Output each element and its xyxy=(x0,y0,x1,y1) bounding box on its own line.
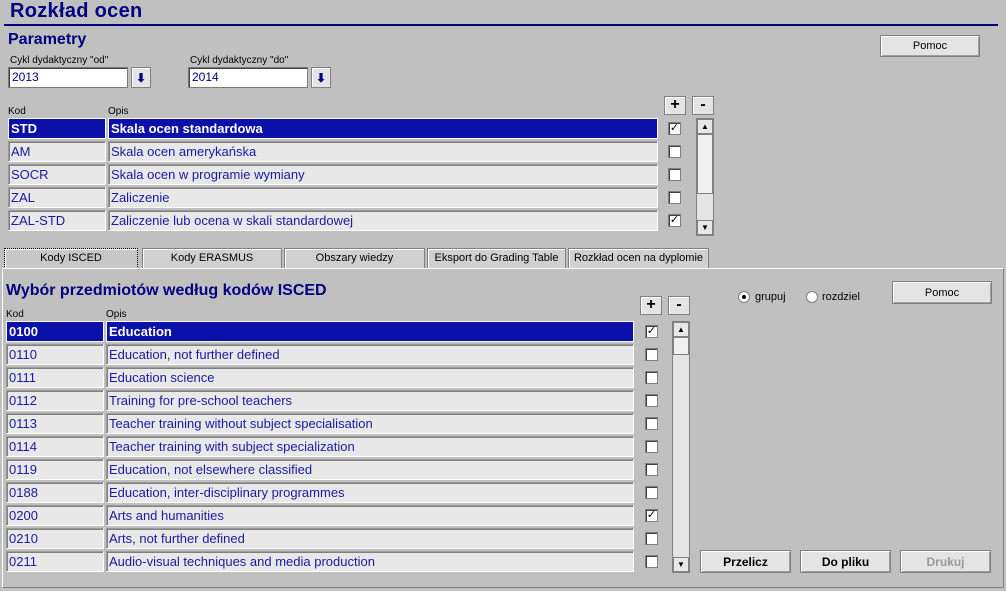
tab-erasmus[interactable]: Kody ERASMUS xyxy=(142,248,282,269)
isced-row-code[interactable]: 0119 xyxy=(6,459,104,480)
params-row-desc[interactable]: Skala ocen standardowa xyxy=(108,118,658,139)
group-radio-label: grupuj xyxy=(755,291,786,303)
recalculate-button[interactable]: Przelicz xyxy=(700,550,791,573)
params-col-code: Kod xyxy=(8,106,26,117)
params-row-checkbox[interactable]: ✓ xyxy=(668,214,681,227)
isced-row-desc[interactable]: Arts, not further defined xyxy=(106,528,634,549)
isced-row-desc[interactable]: Audio-visual techniques and media produc… xyxy=(106,551,634,572)
scroll-up-icon[interactable]: ▲ xyxy=(673,322,689,337)
isced-row-desc[interactable]: Education science xyxy=(106,367,634,388)
isced-row-code[interactable]: 0188 xyxy=(6,482,104,503)
from-cycle-input[interactable]: 2013 xyxy=(8,67,128,88)
params-scrollbar[interactable]: ▲ ▼ xyxy=(696,118,714,236)
isced-select-all-button[interactable]: + xyxy=(640,296,662,315)
isced-row-code[interactable]: 0200 xyxy=(6,505,104,526)
params-col-desc: Opis xyxy=(108,106,129,117)
isced-row-checkbox[interactable] xyxy=(645,486,658,499)
isced-row-code[interactable]: 0111 xyxy=(6,367,104,388)
params-section-title: Parametry xyxy=(8,31,87,48)
to-cycle-lookup-button[interactable]: ⬇ xyxy=(311,67,331,88)
isced-section-title: Wybór przedmiotów według kodów ISCED xyxy=(6,282,327,299)
isced-row-desc[interactable]: Education, inter-disciplinary programmes xyxy=(106,482,634,503)
isced-row-checkbox[interactable]: ✓ xyxy=(645,509,658,522)
params-row-desc[interactable]: Skala ocen w programie wymiany xyxy=(108,164,658,185)
tab-knowledge-areas[interactable]: Obszary wiedzy xyxy=(284,248,425,269)
window-title: Rozkład ocen xyxy=(10,0,143,22)
isced-row-checkbox[interactable] xyxy=(645,348,658,361)
from-cycle-label: Cykl dydaktyczny "od" xyxy=(10,55,109,66)
isced-col-code: Kod xyxy=(6,309,24,320)
split-radio-label: rozdziel xyxy=(822,291,860,303)
to-cycle-input[interactable]: 2014 xyxy=(188,67,308,88)
download-arrow-icon: ⬇ xyxy=(135,70,147,85)
isced-row-desc[interactable]: Teacher training with subject specializa… xyxy=(106,436,634,457)
isced-row-checkbox[interactable] xyxy=(645,417,658,430)
params-row-desc[interactable]: Zaliczenie lub ocena w skali standardowe… xyxy=(108,210,658,231)
isced-row-code[interactable]: 0100 xyxy=(6,321,104,342)
to-cycle-label: Cykl dydaktyczny "do" xyxy=(190,55,289,66)
isced-row-checkbox[interactable] xyxy=(645,371,658,384)
params-row-code[interactable]: AM xyxy=(8,141,106,162)
isced-row-code[interactable]: 0110 xyxy=(6,344,104,365)
group-radio[interactable] xyxy=(738,291,750,303)
isced-row-code[interactable]: 0113 xyxy=(6,413,104,434)
download-arrow-icon: ⬇ xyxy=(315,70,327,85)
params-row-code[interactable]: ZAL-STD xyxy=(8,210,106,231)
params-help-button[interactable]: Pomoc xyxy=(880,35,980,57)
scroll-down-icon[interactable]: ▼ xyxy=(673,557,689,572)
isced-row-code[interactable]: 0112 xyxy=(6,390,104,411)
params-select-all-button[interactable]: + xyxy=(664,96,686,115)
print-button[interactable]: Drukuj xyxy=(900,550,991,573)
params-row-checkbox[interactable] xyxy=(668,191,681,204)
isced-row-checkbox[interactable] xyxy=(645,555,658,568)
scroll-down-icon[interactable]: ▼ xyxy=(697,220,713,235)
title-divider xyxy=(4,24,998,26)
isced-row-checkbox[interactable] xyxy=(645,440,658,453)
isced-row-desc[interactable]: Education, not elsewhere classified xyxy=(106,459,634,480)
isced-col-desc: Opis xyxy=(106,309,127,320)
params-row-code[interactable]: ZAL xyxy=(8,187,106,208)
tab-isced[interactable]: Kody ISCED xyxy=(4,248,138,269)
params-row-desc[interactable]: Skala ocen amerykańska xyxy=(108,141,658,162)
isced-row-desc[interactable]: Education xyxy=(106,321,634,342)
isced-row-desc[interactable]: Teacher training without subject special… xyxy=(106,413,634,434)
isced-deselect-all-button[interactable]: - xyxy=(668,296,690,315)
tab-grading-table-export[interactable]: Eksport do Grading Table xyxy=(427,248,566,269)
isced-row-desc[interactable]: Training for pre-school teachers xyxy=(106,390,634,411)
isced-row-checkbox[interactable]: ✓ xyxy=(645,325,658,338)
params-row-checkbox[interactable] xyxy=(668,145,681,158)
isced-scroll-thumb[interactable] xyxy=(673,337,689,355)
params-deselect-all-button[interactable]: - xyxy=(692,96,714,115)
params-scroll-thumb[interactable] xyxy=(697,134,713,194)
tab-diploma-grades[interactable]: Rozkład ocen na dyplomie xyxy=(568,248,709,269)
isced-row-code[interactable]: 0211 xyxy=(6,551,104,572)
params-row-checkbox[interactable] xyxy=(668,168,681,181)
params-row-desc[interactable]: Zaliczenie xyxy=(108,187,658,208)
split-radio[interactable] xyxy=(806,291,818,303)
isced-row-checkbox[interactable] xyxy=(645,394,658,407)
isced-help-button[interactable]: Pomoc xyxy=(892,281,992,304)
params-row-checkbox[interactable]: ✓ xyxy=(668,122,681,135)
isced-row-desc[interactable]: Education, not further defined xyxy=(106,344,634,365)
isced-row-code[interactable]: 0114 xyxy=(6,436,104,457)
scroll-up-icon[interactable]: ▲ xyxy=(697,119,713,134)
isced-row-checkbox[interactable] xyxy=(645,532,658,545)
isced-row-code[interactable]: 0210 xyxy=(6,528,104,549)
isced-row-desc[interactable]: Arts and humanities xyxy=(106,505,634,526)
export-to-file-button[interactable]: Do pliku xyxy=(800,550,891,573)
from-cycle-lookup-button[interactable]: ⬇ xyxy=(131,67,151,88)
params-row-code[interactable]: STD xyxy=(8,118,106,139)
params-row-code[interactable]: SOCR xyxy=(8,164,106,185)
isced-row-checkbox[interactable] xyxy=(645,463,658,476)
isced-scrollbar[interactable]: ▲ ▼ xyxy=(672,321,690,573)
